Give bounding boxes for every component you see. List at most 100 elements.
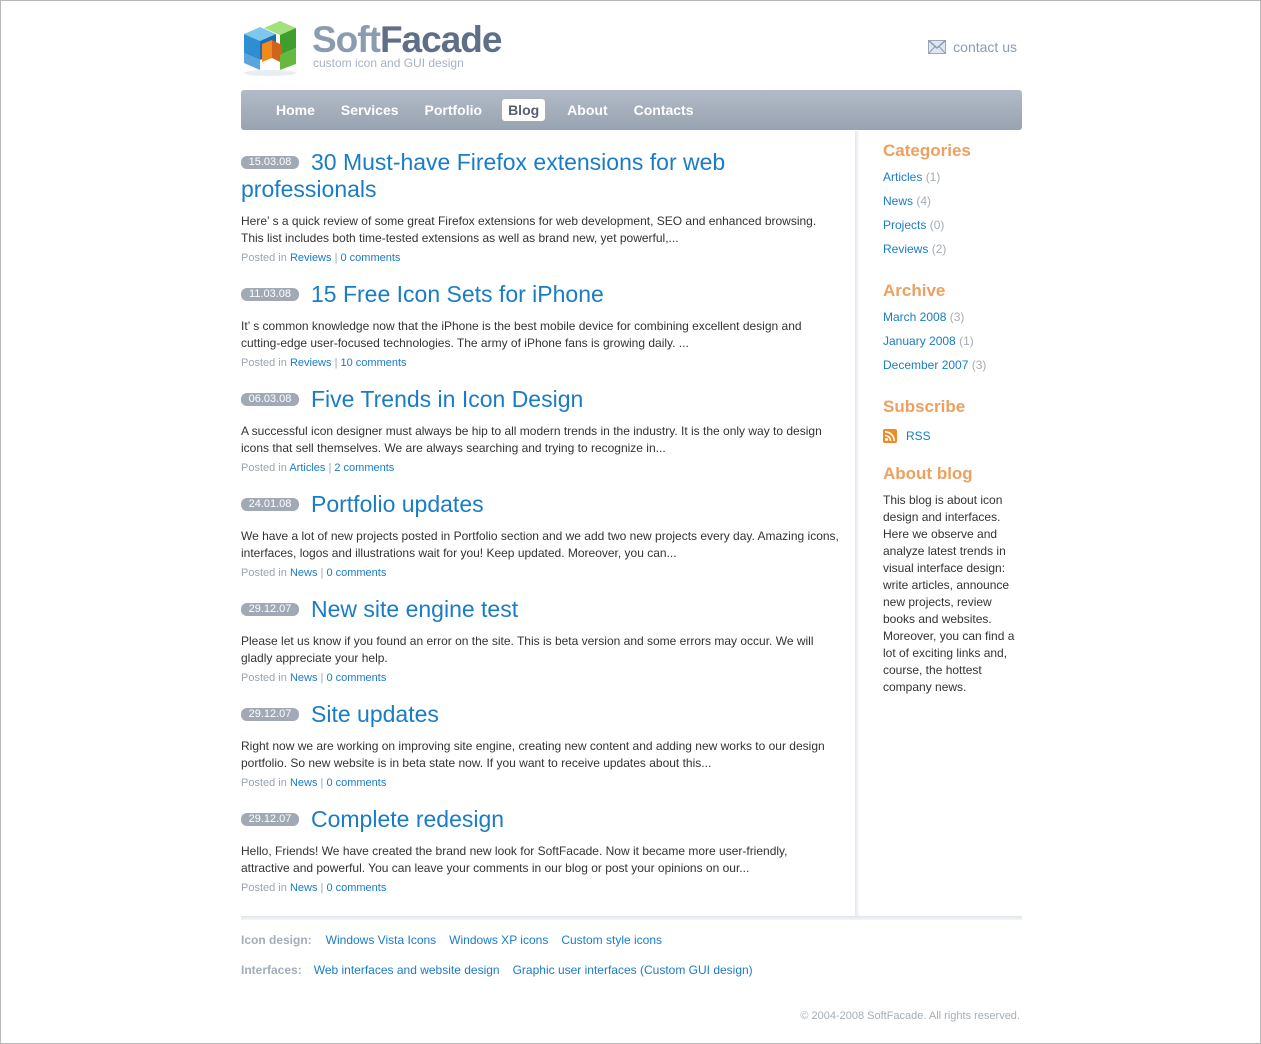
- post-title-link[interactable]: 15 Free Icon Sets for iPhone: [311, 281, 604, 307]
- archive-heading: Archive: [883, 281, 946, 300]
- post-title-link[interactable]: Portfolio updates: [311, 491, 484, 517]
- post-meta: Posted in Reviews | 0 comments: [241, 252, 841, 264]
- archive-count: (1): [959, 334, 974, 348]
- post-date-badge: 29.12.07: [241, 813, 299, 826]
- rss-link[interactable]: RSS: [883, 426, 1023, 446]
- category-link-articles[interactable]: Articles: [883, 170, 922, 184]
- footer-icon-design-row: Icon design: Windows Vista Icons Windows…: [241, 933, 675, 947]
- blog-post: 15.03.08 30 Must-have Firefox extensions…: [241, 149, 841, 264]
- contact-us-link[interactable]: contact us: [928, 39, 1017, 55]
- nav-blog[interactable]: Blog: [502, 99, 546, 121]
- blog-post: 29.12.07 New site engine test Please let…: [241, 596, 841, 684]
- post-title-link[interactable]: New site engine test: [311, 596, 518, 622]
- post-category-link[interactable]: Reviews: [290, 252, 332, 264]
- category-count: (0): [929, 218, 945, 232]
- post-category-link[interactable]: News: [290, 777, 318, 789]
- post-comments-link[interactable]: 0 comments: [326, 777, 386, 789]
- post-title-link[interactable]: 30 Must-have Firefox extensions for web …: [241, 149, 725, 202]
- archive-link-december-2007[interactable]: December 2007: [883, 358, 968, 372]
- post-meta: Posted in News | 0 comments: [241, 672, 841, 684]
- meta-separator: |: [320, 882, 324, 894]
- post-date-badge: 29.12.07: [241, 708, 299, 721]
- blog-post: 24.01.08 Portfolio updates We have a lot…: [241, 491, 841, 579]
- post-excerpt: A successful icon designer must always b…: [241, 424, 822, 455]
- categories-heading: Categories: [883, 141, 971, 160]
- archive-link-january-2008[interactable]: January 2008: [883, 334, 956, 348]
- posted-in-label: Posted in: [241, 462, 287, 474]
- footer-link-web-interfaces[interactable]: Web interfaces and website design: [314, 963, 500, 977]
- category-count: (1): [925, 170, 941, 184]
- category-link-reviews[interactable]: Reviews: [883, 242, 928, 256]
- meta-separator: |: [334, 252, 338, 264]
- posted-in-label: Posted in: [241, 672, 287, 684]
- post-date-badge: 29.12.07: [241, 603, 299, 616]
- copyright: © 2004-2008 SoftFacade. All rights reser…: [800, 1010, 1020, 1022]
- posted-in-label: Posted in: [241, 882, 287, 894]
- post-excerpt: It’ s common knowledge now that the iPho…: [241, 319, 802, 350]
- logo-tagline: custom icon and GUI design: [313, 56, 464, 70]
- about-blog-text: This blog is about icon design and inter…: [883, 493, 1015, 694]
- post-date-badge: 11.03.08: [241, 288, 299, 301]
- meta-separator: |: [320, 777, 324, 789]
- footer-link-windows-xp-icons[interactable]: Windows XP icons: [449, 933, 548, 947]
- contact-us-label: contact us: [953, 39, 1017, 55]
- meta-separator: |: [320, 672, 324, 684]
- subscribe-heading: Subscribe: [883, 397, 966, 416]
- post-category-link[interactable]: Articles: [289, 462, 325, 474]
- sidebar: Categories Articles (1) News (4) Project…: [883, 141, 1023, 696]
- meta-separator: |: [328, 462, 332, 474]
- posted-in-label: Posted in: [241, 777, 287, 789]
- post-category-link[interactable]: News: [290, 882, 318, 894]
- post-excerpt: Please let us know if you found an error…: [241, 634, 814, 665]
- nav-contacts[interactable]: Contacts: [624, 99, 704, 121]
- footer-link-custom-gui-design[interactable]: Graphic user interfaces (Custom GUI desi…: [513, 963, 753, 977]
- footer-link-windows-vista-icons[interactable]: Windows Vista Icons: [326, 933, 437, 947]
- post-date-badge: 06.03.08: [241, 393, 299, 406]
- footer-divider: [241, 916, 1022, 920]
- meta-separator: |: [320, 567, 324, 579]
- logo[interactable]: SoftFacade custom icon and GUI design: [240, 18, 503, 78]
- post-category-link[interactable]: News: [290, 567, 318, 579]
- post-meta: Posted in Reviews | 10 comments: [241, 357, 841, 369]
- category-link-news[interactable]: News: [883, 194, 913, 208]
- meta-separator: |: [334, 357, 338, 369]
- footer-icon-design-label: Icon design:: [241, 933, 312, 947]
- post-title-link[interactable]: Site updates: [311, 701, 439, 727]
- post-comments-link[interactable]: 0 comments: [326, 567, 386, 579]
- nav-home[interactable]: Home: [266, 99, 325, 121]
- post-category-link[interactable]: News: [290, 672, 318, 684]
- post-excerpt: Right now we are working on improving si…: [241, 739, 825, 770]
- footer-link-custom-style-icons[interactable]: Custom style icons: [561, 933, 662, 947]
- rss-label: RSS: [906, 429, 931, 443]
- posted-in-label: Posted in: [241, 567, 287, 579]
- main-nav: Home Services Portfolio Blog About Conta…: [241, 90, 1022, 130]
- nav-portfolio[interactable]: Portfolio: [415, 99, 493, 121]
- column-divider: [855, 131, 859, 917]
- rss-icon: [883, 429, 897, 443]
- category-count: (2): [931, 242, 947, 256]
- post-comments-link[interactable]: 2 comments: [334, 462, 394, 474]
- post-title-link[interactable]: Five Trends in Icon Design: [311, 386, 583, 412]
- nav-services[interactable]: Services: [331, 99, 409, 121]
- about-blog-heading: About blog: [883, 464, 973, 483]
- footer-interfaces-label: Interfaces:: [241, 963, 302, 977]
- category-link-projects[interactable]: Projects: [883, 218, 926, 232]
- post-comments-link[interactable]: 0 comments: [326, 672, 386, 684]
- archive-link-march-2008[interactable]: March 2008: [883, 310, 946, 324]
- post-comments-link[interactable]: 0 comments: [326, 882, 386, 894]
- posted-in-label: Posted in: [241, 252, 287, 264]
- blog-post: 11.03.08 15 Free Icon Sets for iPhone It…: [241, 281, 841, 369]
- post-excerpt: We have a lot of new projects posted in …: [241, 529, 839, 560]
- post-category-link[interactable]: Reviews: [290, 357, 332, 369]
- logo-facade: Facade: [379, 19, 503, 60]
- logo-soft: Soft: [312, 19, 381, 60]
- post-title-link[interactable]: Complete redesign: [311, 806, 504, 832]
- post-date-badge: 24.01.08: [241, 498, 299, 511]
- archive-count: (3): [971, 358, 987, 372]
- post-meta: Posted in News | 0 comments: [241, 777, 841, 789]
- post-comments-link[interactable]: 10 comments: [341, 357, 407, 369]
- post-comments-link[interactable]: 0 comments: [341, 252, 401, 264]
- posted-in-label: Posted in: [241, 357, 287, 369]
- post-meta: Posted in News | 0 comments: [241, 882, 841, 894]
- nav-about[interactable]: About: [557, 99, 617, 121]
